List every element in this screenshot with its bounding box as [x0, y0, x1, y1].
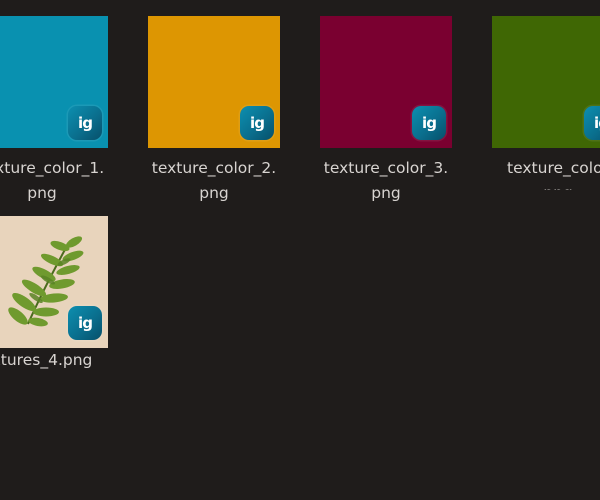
app-badge-icon: ig	[68, 306, 102, 340]
app-badge-icon: ig	[68, 106, 102, 140]
app-badge-icon: ig	[412, 106, 446, 140]
app-badge-icon: ig	[240, 106, 274, 140]
app-badge-icon: ig	[584, 106, 600, 140]
file-name: texture_color_1. png	[0, 159, 105, 202]
file-item-textures-4[interactable]: ig xtures_4.png	[0, 200, 128, 390]
file-name: xtures_4.png	[0, 351, 93, 369]
file-item-texture-color-2[interactable]: ig texture_color_2. png	[128, 0, 300, 202]
file-item-texture-color-3[interactable]: ig texture_color_3. png	[300, 0, 472, 202]
file-grid: ig texture_color_1. png ig texture_color…	[0, 0, 600, 500]
file-name: texture_color_3. png	[323, 159, 449, 202]
file-item-texture-color-4[interactable]: ig texture_color png	[472, 0, 600, 190]
file-item-texture-color-1[interactable]: ig texture_color_1. png	[0, 0, 128, 202]
file-name: texture_color_2. png	[151, 159, 277, 202]
file-name: texture_color png	[507, 159, 600, 190]
